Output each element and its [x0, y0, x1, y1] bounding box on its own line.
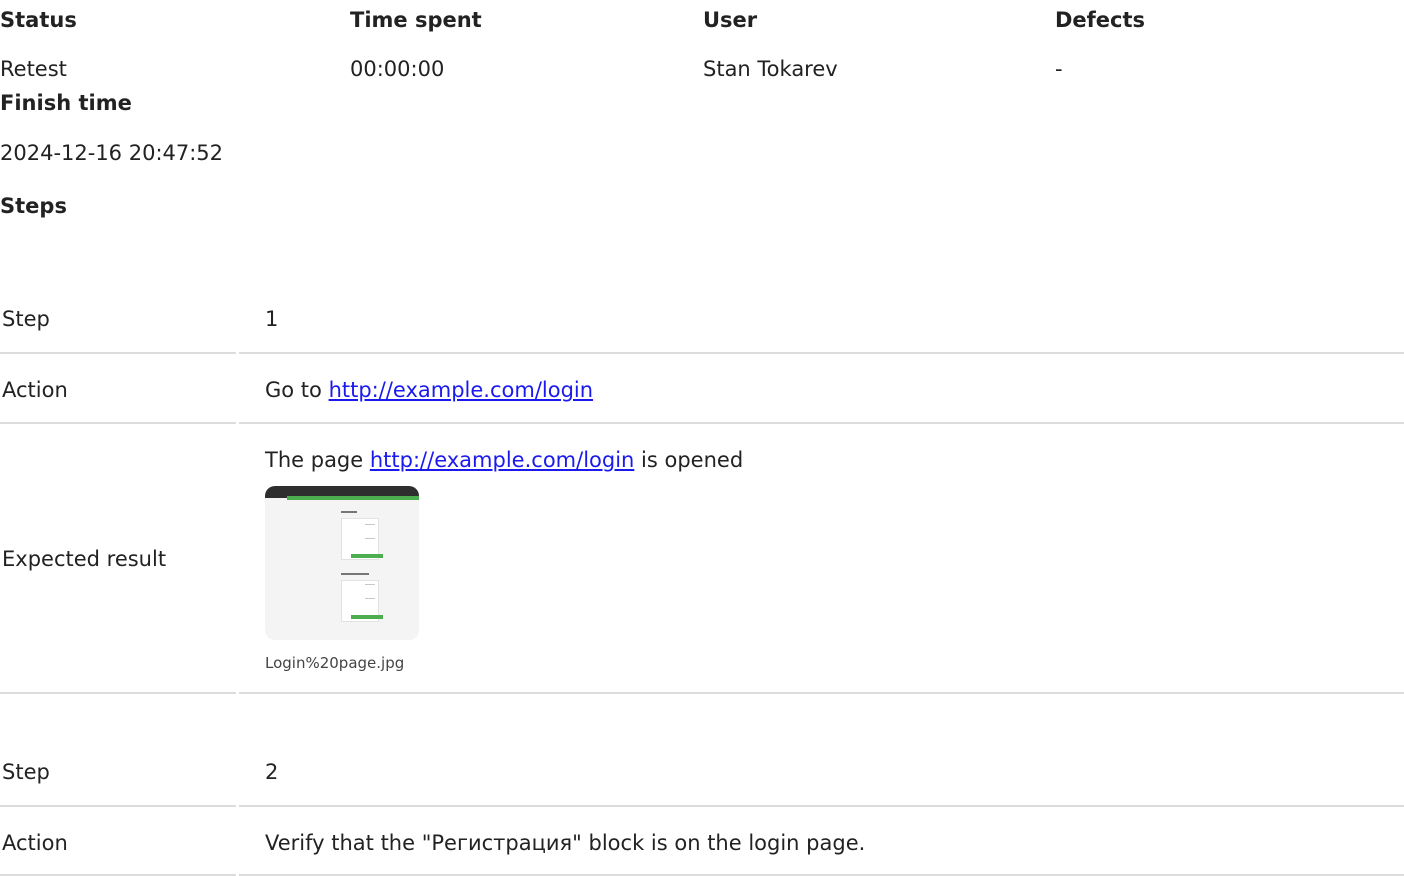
divider [239, 692, 1404, 694]
step-1-action-text: Go to [265, 378, 322, 402]
defects-header: Defects [1055, 8, 1146, 32]
attachment-thumbnail[interactable] [265, 486, 419, 640]
thumbnail-field [365, 584, 375, 585]
thumbnail-field [365, 524, 375, 525]
thumbnail-field [365, 598, 375, 599]
step-2-label: Step [2, 760, 50, 784]
step-1-label: Step [2, 307, 50, 331]
divider [0, 692, 236, 694]
step-1-action-label: Action [2, 378, 68, 402]
time-spent-header: Time spent [350, 8, 482, 32]
user-value: Stan Tokarev [703, 57, 838, 81]
finish-time-label: Finish time [0, 91, 132, 115]
step-1-action-link[interactable]: http://example.com/login [329, 378, 593, 402]
step-2-number: 2 [265, 760, 279, 784]
step-1-expected-suffix: is opened [641, 448, 744, 472]
divider [239, 352, 1404, 354]
step-1-expected-prefix: The page [265, 448, 364, 472]
divider [0, 805, 236, 807]
thumbnail-title [341, 573, 369, 575]
divider [239, 805, 1404, 807]
step-2-action: Verify that the "Регистрация" block is o… [265, 831, 866, 855]
step-1-expected-label: Expected result [2, 547, 167, 571]
step-1-action: Go to http://example.com/login [265, 376, 593, 404]
attachment-filename[interactable]: Login%20page.jpg [265, 653, 404, 673]
divider [239, 422, 1404, 424]
thumbnail-field [365, 538, 375, 539]
thumbnail-button [351, 554, 383, 558]
time-spent-value: 00:00:00 [350, 57, 445, 81]
thumbnail-title [341, 511, 357, 513]
defects-value: - [1055, 57, 1063, 81]
step-1-expected-link[interactable]: http://example.com/login [370, 448, 634, 472]
thumbnail-nav-bar [287, 496, 419, 500]
thumbnail-button [351, 615, 383, 619]
steps-heading: Steps [0, 194, 67, 218]
finish-time-value: 2024-12-16 20:47:52 [0, 141, 224, 165]
status-header: Status [0, 8, 77, 32]
divider [0, 422, 236, 424]
divider [0, 352, 236, 354]
step-2-action-label: Action [2, 831, 68, 855]
step-1-expected: The page http://example.com/login is ope… [265, 446, 743, 474]
status-value: Retest [0, 57, 67, 81]
user-header: User [703, 8, 758, 32]
step-1-number: 1 [265, 307, 279, 331]
